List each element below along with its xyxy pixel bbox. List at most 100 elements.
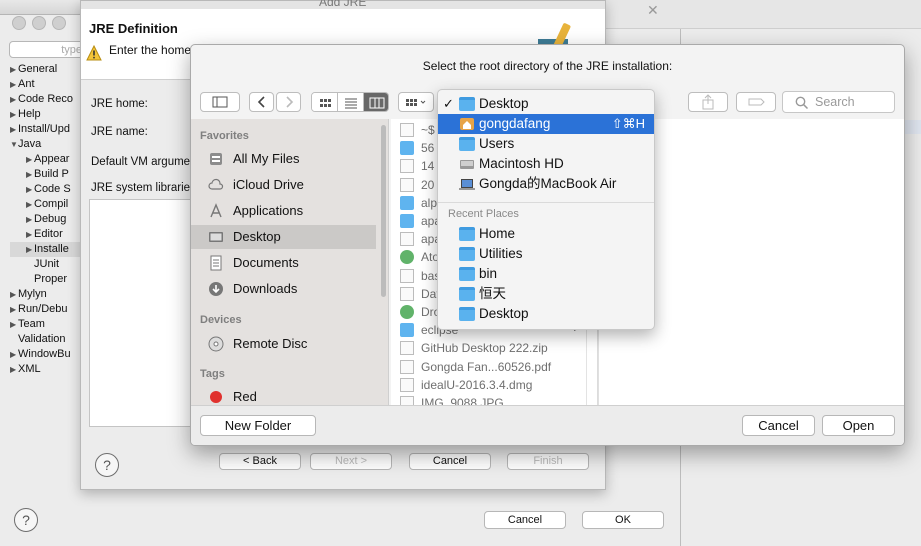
tree-item-label: Debug xyxy=(34,213,67,225)
tree-item[interactable]: ▶ Debug xyxy=(10,212,66,227)
minimize-window-button[interactable] xyxy=(32,16,46,30)
new-folder-button[interactable]: New Folder xyxy=(200,415,316,436)
file-item[interactable]: GitHub Desktop 222.zip xyxy=(391,339,591,357)
file-icon xyxy=(400,268,414,283)
tree-item[interactable]: ▶ Compil xyxy=(10,197,68,212)
chooser-cancel-button[interactable]: Cancel xyxy=(742,415,815,436)
column-view-button[interactable] xyxy=(364,93,388,111)
preferences-ok-button[interactable]: OK xyxy=(582,511,664,529)
menu-item-desktop[interactable]: Desktop xyxy=(438,304,654,324)
tag-button[interactable] xyxy=(736,92,776,112)
folder-icon xyxy=(400,323,414,338)
help-button[interactable]: ? xyxy=(95,453,119,477)
tree-item[interactable]: ▶ Mylyn xyxy=(10,287,47,302)
sidebar-toggle-button[interactable] xyxy=(200,92,240,112)
menu-separator xyxy=(438,202,654,203)
disclosure-closed-icon[interactable]: ▶ xyxy=(10,302,18,317)
disclosure-closed-icon[interactable]: ▶ xyxy=(10,347,18,362)
tree-item[interactable]: ▶ Ant xyxy=(10,77,35,92)
list-view-button[interactable] xyxy=(338,93,364,111)
disclosure-closed-icon[interactable]: ▶ xyxy=(10,317,18,332)
close-window-button[interactable] xyxy=(12,16,26,30)
tree-item[interactable]: ▶ XML xyxy=(10,362,41,377)
tree-item[interactable]: ▼Java xyxy=(10,137,41,152)
tree-item[interactable]: ▶ Code Reco xyxy=(10,92,73,107)
disclosure-closed-icon[interactable]: ▶ xyxy=(26,152,34,167)
sidebar-item-all-my-files[interactable]: All My Files xyxy=(191,147,376,171)
menu-item-gongdafang[interactable]: gongdafang ⇧⌘H xyxy=(438,114,654,134)
preferences-cancel-button[interactable]: Cancel xyxy=(484,511,566,529)
disclosure-closed-icon[interactable]: ▶ xyxy=(26,167,34,182)
sidebar-item-downloads[interactable]: Downloads xyxy=(191,277,376,301)
jre-home-label: JRE home: xyxy=(91,98,148,110)
warning-icon xyxy=(86,45,102,61)
tree-item[interactable]: ▶ Installe xyxy=(10,242,82,257)
tree-item[interactable]: ▶ Run/Debu xyxy=(10,302,68,317)
share-button[interactable] xyxy=(688,92,728,112)
disclosure-closed-icon[interactable]: ▶ xyxy=(10,122,18,137)
file-icon xyxy=(400,359,414,374)
preferences-filter-input[interactable]: type xyxy=(9,41,87,58)
disclosure-closed-icon[interactable]: ▶ xyxy=(26,197,34,212)
menu-item-desktop[interactable]: ✓ Desktop xyxy=(438,94,654,114)
tree-item[interactable]: ▶ WindowBu xyxy=(10,347,71,362)
disclosure-closed-icon[interactable]: ▶ xyxy=(26,212,34,227)
menu-item-恒天[interactable]: 恒天 xyxy=(438,284,654,304)
menu-item-utilities[interactable]: Utilities xyxy=(438,244,654,264)
disclosure-closed-icon[interactable]: ▶ xyxy=(26,227,34,242)
file-item[interactable]: Gongda Fan...60526.pdf xyxy=(391,358,591,376)
disclosure-open-icon[interactable]: ▼ xyxy=(10,137,18,152)
tree-item[interactable]: ▶ Help xyxy=(10,107,41,122)
sidebar-scrollbar[interactable] xyxy=(381,125,386,297)
sidebar-item-icloud-drive[interactable]: iCloud Drive xyxy=(191,173,376,197)
open-button[interactable]: Open xyxy=(822,415,895,436)
tree-item[interactable]: ▶ Code S xyxy=(10,182,71,197)
keyboard-shortcut: ⇧⌘H xyxy=(611,116,645,131)
tree-item[interactable]: ▶ Appear xyxy=(10,152,69,167)
tree-item[interactable]: Validation xyxy=(10,332,66,347)
menu-item-home[interactable]: Home xyxy=(438,224,654,244)
disclosure-closed-icon[interactable]: ▶ xyxy=(10,107,18,122)
add-jre-cancel-button[interactable]: Cancel xyxy=(409,453,491,470)
tree-item[interactable]: ▶ Team xyxy=(10,317,45,332)
system-libraries-list[interactable] xyxy=(89,199,195,427)
icon-view-button[interactable] xyxy=(312,93,338,111)
tree-item[interactable]: ▶ Install/Upd xyxy=(10,122,70,137)
tree-item-label: Java xyxy=(18,138,42,150)
menu-item-gongda的macbook-air[interactable]: Gongda的MacBook Air xyxy=(438,174,654,194)
sidebar-item-applications[interactable]: Applications xyxy=(191,199,376,223)
disclosure-closed-icon[interactable]: ▶ xyxy=(26,182,34,197)
tree-item[interactable]: JUnit xyxy=(10,257,59,272)
menu-item-bin[interactable]: bin xyxy=(438,264,654,284)
disclosure-closed-icon[interactable]: ▶ xyxy=(10,287,18,302)
zoom-window-button[interactable] xyxy=(52,16,66,30)
help-button[interactable]: ? xyxy=(14,508,38,532)
menu-item-users[interactable]: Users xyxy=(438,134,654,154)
tree-item[interactable]: ▶ General xyxy=(10,62,57,77)
sidebar-item-desktop[interactable]: Desktop xyxy=(191,225,376,249)
tree-item[interactable]: ▶ Build P xyxy=(10,167,69,182)
file-item[interactable]: idealU-2016.3.4.dmg xyxy=(391,376,591,394)
tree-item[interactable]: Proper xyxy=(10,272,67,287)
disclosure-closed-icon[interactable]: ▶ xyxy=(10,362,18,377)
sidebar-item-red[interactable]: Red xyxy=(191,385,376,405)
folder-icon xyxy=(459,97,475,111)
sidebar-item-remote-disc[interactable]: Remote Disc xyxy=(191,332,376,356)
search-input[interactable]: Search xyxy=(782,91,895,113)
disclosure-closed-icon[interactable]: ▶ xyxy=(10,92,18,107)
disclosure-closed-icon[interactable]: ▶ xyxy=(10,62,18,77)
file-item[interactable]: IMG_9088.JPG xyxy=(391,394,591,405)
finish-button[interactable]: Finish xyxy=(507,453,589,470)
next-button[interactable]: Next > xyxy=(310,453,392,470)
sidebar-item-documents[interactable]: Documents xyxy=(191,251,376,275)
vm-arguments-label: Default VM argume xyxy=(91,156,191,168)
forward-nav-button[interactable] xyxy=(276,92,301,112)
disclosure-closed-icon[interactable]: ▶ xyxy=(26,242,34,257)
file-icon xyxy=(400,377,414,392)
back-button[interactable]: < Back xyxy=(219,453,301,470)
tree-item[interactable]: ▶ Editor xyxy=(10,227,63,242)
arrange-button[interactable] xyxy=(398,92,434,112)
back-nav-button[interactable] xyxy=(249,92,274,112)
menu-item-macintosh-hd[interactable]: Macintosh HD xyxy=(438,154,654,174)
disclosure-closed-icon[interactable]: ▶ xyxy=(10,77,18,92)
